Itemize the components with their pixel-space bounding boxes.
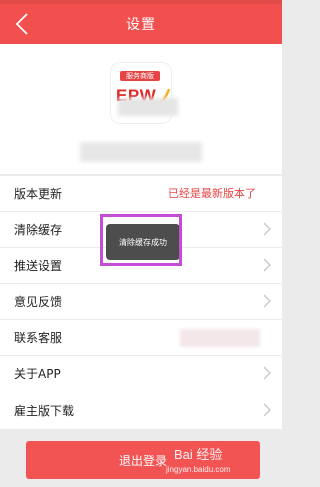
settings-list: 版本更新 已经是最新版本了 清除缓存 推送设置 意见反馈 联系客服 关于APP xyxy=(0,176,282,392)
settings-item-contact-service[interactable]: 联系客服 xyxy=(0,320,282,356)
settings-item-label: 版本更新 xyxy=(14,187,63,201)
logo-badge: 服务商版 xyxy=(120,71,160,81)
redacted-account xyxy=(80,142,202,162)
chevron-right-icon xyxy=(263,258,271,272)
page-title: 设置 xyxy=(126,17,156,33)
chevron-right-icon xyxy=(263,222,271,236)
watermark-logo-text: Bai 经验 xyxy=(174,447,223,462)
settings-item-label: 关于APP xyxy=(14,367,61,381)
settings-item-label: 清除缓存 xyxy=(14,223,63,237)
settings-item-employer-download[interactable]: 雇主版下载 xyxy=(0,391,282,429)
settings-item-label: 意见反馈 xyxy=(14,295,63,309)
settings-item-version-update[interactable]: 版本更新 已经是最新版本了 xyxy=(0,176,282,212)
profile-header: 服务商版 EPW xyxy=(0,44,282,174)
redacted-name xyxy=(118,98,178,116)
settings-item-about-app[interactable]: 关于APP xyxy=(0,356,282,392)
top-nav-bar: 设置 xyxy=(0,4,282,44)
settings-item-label: 联系客服 xyxy=(14,331,63,345)
redacted-phone xyxy=(180,329,260,347)
settings-item-label: 推送设置 xyxy=(14,259,63,273)
version-status: 已经是最新版本了 xyxy=(168,187,256,200)
baidu-watermark: Bai 经验 jingyan.baidu.com xyxy=(160,444,278,484)
settings-item-feedback[interactable]: 意见反馈 xyxy=(0,284,282,320)
chevron-right-icon xyxy=(263,403,271,417)
watermark-url: jingyan.baidu.com xyxy=(166,465,231,474)
highlight-box xyxy=(100,214,182,266)
chevron-right-icon xyxy=(263,294,271,308)
settings-item-label: 雇主版下载 xyxy=(14,404,75,418)
chevron-right-icon xyxy=(263,366,271,380)
